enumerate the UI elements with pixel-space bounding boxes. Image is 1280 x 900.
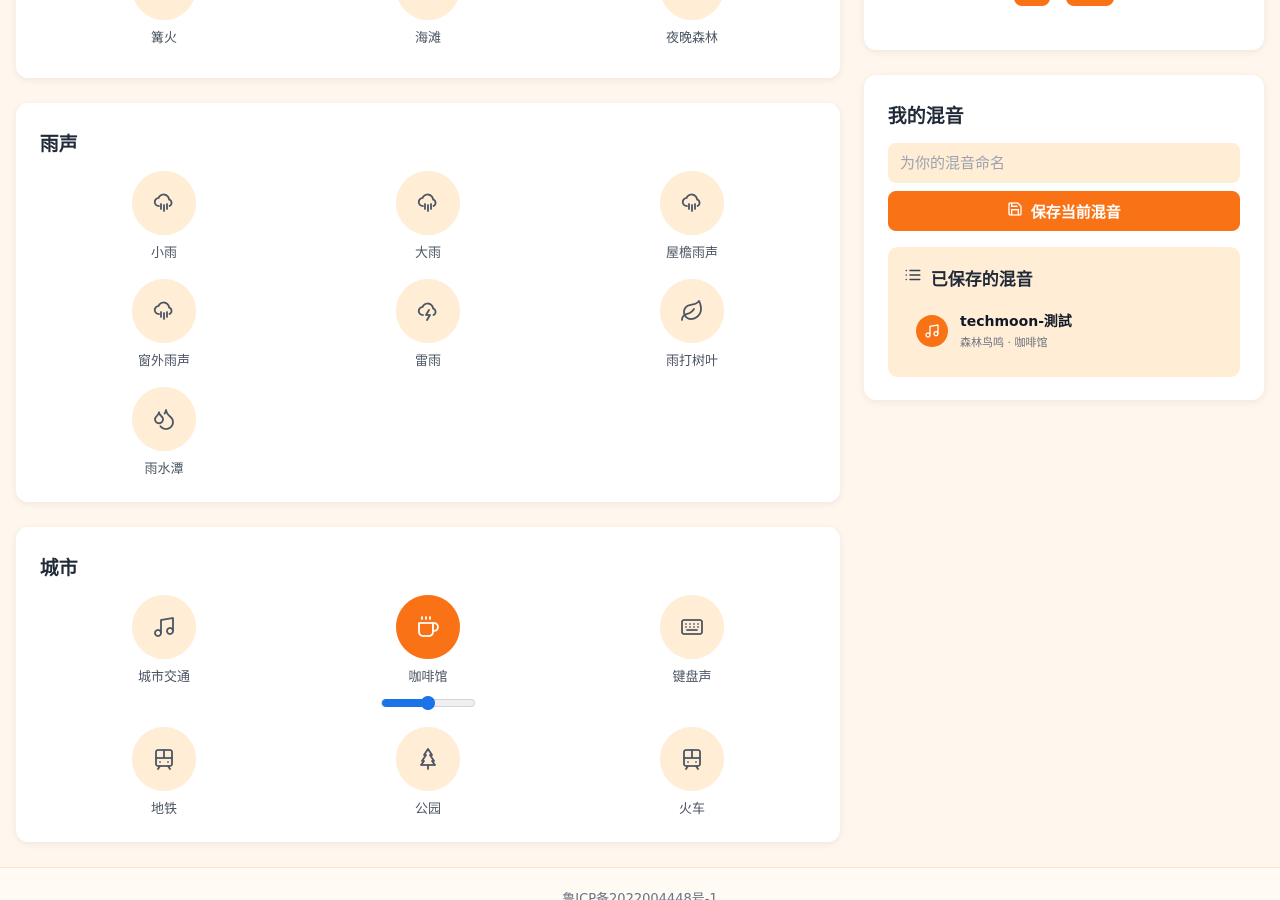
saved-mix-description: 森林鸟鸣 · 咖啡馆 xyxy=(960,336,1048,349)
sound-park[interactable]: 公园 xyxy=(348,727,508,817)
sound-label: 键盘声 xyxy=(672,670,712,685)
saved-mix-item[interactable]: techmoon-測試 森林鸟鸣 · 咖啡馆 xyxy=(916,311,1072,350)
sound-label: 雨打树叶 xyxy=(665,354,718,369)
tree-icon[interactable] xyxy=(396,727,460,791)
train-icon[interactable] xyxy=(132,727,196,791)
music-note-icon xyxy=(916,314,948,347)
sound-label: 城市交通 xyxy=(137,670,190,685)
sound-campfire[interactable]: 篝火 xyxy=(84,0,244,46)
sound-rain-on-leaves[interactable]: 雨打树叶 xyxy=(612,279,772,369)
cloud-rain-icon[interactable] xyxy=(132,171,196,235)
sound-label: 公园 xyxy=(414,802,441,817)
play-button[interactable] xyxy=(1066,0,1114,6)
section-title: 城市 xyxy=(40,557,79,579)
sound-train[interactable]: 火车 xyxy=(612,727,772,817)
sound-label: 海滩 xyxy=(414,31,441,46)
nature-sounds-card: 篝火 海滩 夜晚森林 xyxy=(16,0,840,78)
sound-cafe[interactable]: 咖啡馆 xyxy=(348,595,508,710)
saved-mixes-title: 已保存的混音 xyxy=(931,270,1033,290)
sound-label: 火车 xyxy=(678,802,705,817)
volume-slider-thumb[interactable] xyxy=(421,696,435,710)
flame-icon[interactable] xyxy=(132,0,196,20)
sound-label: 地铁 xyxy=(150,802,177,817)
sound-beach[interactable]: 海滩 xyxy=(348,0,508,46)
cloud-rain-icon[interactable] xyxy=(660,171,724,235)
sound-label: 夜晚森林 xyxy=(665,31,718,46)
save-mix-button[interactable]: 保存当前混音 xyxy=(888,191,1240,231)
footer: 鲁ICP备2022004448号-1 xyxy=(0,867,1280,900)
section-title: 雨声 xyxy=(40,133,79,155)
sound-subway[interactable]: 地铁 xyxy=(84,727,244,817)
cloud-rain-icon[interactable] xyxy=(132,279,196,343)
sound-rain-puddle[interactable]: 雨水潭 xyxy=(84,387,244,477)
sound-window-rain[interactable]: 窗外雨声 xyxy=(84,279,244,369)
icp-link[interactable]: 鲁ICP备2022004448号-1 xyxy=(562,892,717,900)
sound-eaves-rain[interactable]: 屋檐雨声 xyxy=(612,171,772,261)
moon-icon[interactable] xyxy=(660,0,724,20)
save-icon xyxy=(1007,201,1023,221)
sound-label: 窗外雨声 xyxy=(137,354,190,369)
sound-night-forest[interactable]: 夜晚森林 xyxy=(612,0,772,46)
leaf-icon[interactable] xyxy=(660,279,724,343)
list-icon xyxy=(904,266,922,289)
sound-label: 雨水潭 xyxy=(144,462,184,477)
sound-label: 大雨 xyxy=(414,246,441,261)
cloud-lightning-icon[interactable] xyxy=(396,279,460,343)
saved-mixes-panel: 已保存的混音 techmoon-測試 森林鸟鸣 · 咖啡馆 xyxy=(888,247,1240,377)
train-icon[interactable] xyxy=(660,727,724,791)
sound-keyboard[interactable]: 键盘声 xyxy=(612,595,772,685)
saved-mix-name: techmoon-測試 xyxy=(960,314,1073,330)
reset-button[interactable] xyxy=(1014,0,1050,6)
droplets-icon[interactable] xyxy=(132,387,196,451)
keyboard-icon[interactable] xyxy=(660,595,724,659)
music-note-icon[interactable] xyxy=(132,595,196,659)
mix-name-input[interactable] xyxy=(888,143,1240,183)
my-mix-title: 我的混音 xyxy=(888,105,965,127)
sound-city-traffic[interactable]: 城市交通 xyxy=(84,595,244,685)
save-mix-label: 保存当前混音 xyxy=(1030,202,1121,221)
sound-label: 雷雨 xyxy=(414,354,441,369)
sound-heavy-rain[interactable]: 大雨 xyxy=(348,171,508,261)
player-controls-card xyxy=(864,0,1264,50)
sound-label: 屋檐雨声 xyxy=(665,246,718,261)
coffee-icon[interactable] xyxy=(396,595,460,659)
rain-sounds-card: 雨声 小雨 大雨 屋檐雨声 窗外雨声 雷雨 雨打树叶 雨水潭 xyxy=(16,103,840,502)
city-sounds-card: 城市 城市交通 咖啡馆 键盘声 地铁 公园 火车 xyxy=(16,527,840,842)
sound-thunderstorm[interactable]: 雷雨 xyxy=(348,279,508,369)
cloud-rain-icon[interactable] xyxy=(396,171,460,235)
sound-label: 小雨 xyxy=(150,246,177,261)
sound-label: 篝火 xyxy=(150,31,177,46)
saved-mixes-heading: 已保存的混音 xyxy=(904,265,1033,290)
volume-slider[interactable] xyxy=(381,696,475,710)
my-mix-card: 我的混音 保存当前混音 已保存的混音 techmoon-測試 森林鸟鸣 · 咖啡… xyxy=(864,75,1264,400)
sound-light-rain[interactable]: 小雨 xyxy=(84,171,244,261)
sound-label: 咖啡馆 xyxy=(408,670,448,685)
sun-icon[interactable] xyxy=(396,0,460,20)
